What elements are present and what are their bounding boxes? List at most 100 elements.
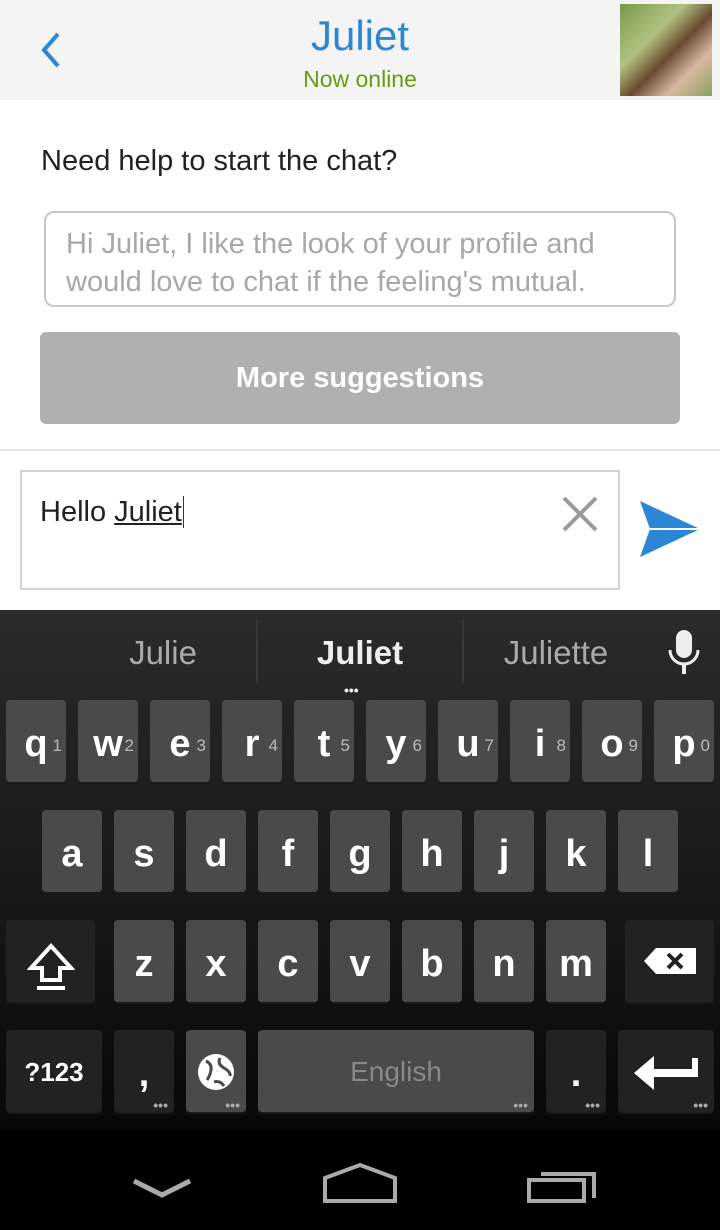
key-label: k <box>565 833 587 875</box>
key-label: p <box>672 723 696 765</box>
key-hint: 8 <box>556 736 566 755</box>
home-icon[interactable] <box>322 1162 398 1204</box>
divider <box>462 620 464 682</box>
key-hint: 5 <box>340 736 350 755</box>
key-label: e <box>169 723 191 765</box>
key-label: c <box>277 943 299 985</box>
key-label: n <box>492 943 516 985</box>
key-label: t <box>317 723 331 765</box>
enter-key[interactable]: ••• <box>618 1030 714 1112</box>
key-label: English <box>350 1056 442 1087</box>
key-l[interactable]: l <box>618 810 678 892</box>
space-key[interactable]: English ••• <box>258 1030 534 1112</box>
key-label: x <box>205 943 227 985</box>
long-press-dots: ••• <box>153 1097 168 1113</box>
globe-icon <box>198 1054 234 1090</box>
key-k[interactable]: k <box>546 810 606 892</box>
key-y[interactable]: y6 <box>366 700 426 782</box>
key-label: b <box>420 943 444 985</box>
key-label: l <box>642 833 654 875</box>
key-label: ?123 <box>24 1057 84 1087</box>
key-r[interactable]: r4 <box>222 700 282 782</box>
key-j[interactable]: j <box>474 810 534 892</box>
comma-key[interactable]: , ••• <box>114 1030 174 1112</box>
key-d[interactable]: d <box>186 810 246 892</box>
key-z[interactable]: z <box>114 920 174 1002</box>
key-i[interactable]: i8 <box>510 700 570 782</box>
key-a[interactable]: a <box>42 810 102 892</box>
message-composing-word: Juliet <box>114 496 182 528</box>
recent-apps-icon[interactable] <box>526 1166 598 1204</box>
message-text: Hello <box>40 496 115 528</box>
key-m[interactable]: m <box>546 920 606 1002</box>
key-label: s <box>133 833 155 875</box>
key-label: v <box>349 943 371 985</box>
key-hint: 2 <box>124 736 134 755</box>
key-b[interactable]: b <box>402 920 462 1002</box>
key-w[interactable]: w2 <box>78 700 138 782</box>
shift-key[interactable] <box>6 920 95 1002</box>
contact-name: Juliet <box>310 12 410 59</box>
key-label: , <box>138 1053 150 1095</box>
message-input[interactable]: Hello Juliet <box>20 470 620 590</box>
avatar[interactable] <box>620 4 712 96</box>
clear-icon[interactable] <box>558 492 602 536</box>
key-hint: 3 <box>196 736 206 755</box>
enter-icon <box>634 1056 698 1090</box>
shift-icon <box>25 943 76 990</box>
key-h[interactable]: h <box>402 810 462 892</box>
symbols-key[interactable]: ?123 <box>6 1030 102 1112</box>
key-label: . <box>570 1053 582 1095</box>
microphone-icon[interactable] <box>666 628 702 676</box>
key-hint: 4 <box>268 736 278 755</box>
key-label: y <box>385 723 407 765</box>
backspace-icon <box>643 948 696 974</box>
suggestion-0[interactable]: Julie <box>60 610 266 690</box>
key-q[interactable]: q1 <box>6 700 66 782</box>
key-o[interactable]: o9 <box>582 700 642 782</box>
key-label: f <box>281 833 295 875</box>
key-s[interactable]: s <box>114 810 174 892</box>
suggestion-1[interactable]: Juliet <box>258 610 462 690</box>
key-label: d <box>204 833 228 875</box>
key-x[interactable]: x <box>186 920 246 1002</box>
key-label: w <box>93 723 123 765</box>
long-press-dots: ••• <box>513 1097 528 1113</box>
online-status: Now online <box>303 66 417 92</box>
key-u[interactable]: u7 <box>438 700 498 782</box>
period-key[interactable]: . ••• <box>546 1030 606 1112</box>
key-f[interactable]: f <box>258 810 318 892</box>
key-label: o <box>600 723 624 765</box>
key-label: r <box>244 723 260 765</box>
key-hint: 7 <box>484 736 494 755</box>
key-hint: 6 <box>412 736 422 755</box>
more-suggestions-dots: ••• <box>344 682 359 698</box>
key-c[interactable]: c <box>258 920 318 1002</box>
key-label: i <box>534 723 546 765</box>
key-hint: 0 <box>700 736 710 755</box>
key-g[interactable]: g <box>330 810 390 892</box>
long-press-dots: ••• <box>693 1097 708 1113</box>
key-t[interactable]: t5 <box>294 700 354 782</box>
key-n[interactable]: n <box>474 920 534 1002</box>
key-label: a <box>61 833 83 875</box>
key-label: q <box>24 723 48 765</box>
key-label: j <box>498 833 510 875</box>
suggested-message[interactable]: Hi Juliet, I like the look of your profi… <box>44 211 676 307</box>
more-suggestions-button[interactable]: More suggestions <box>40 332 680 424</box>
suggestion-2[interactable]: Juliette <box>462 610 650 690</box>
backspace-key[interactable] <box>625 920 714 1002</box>
key-hint: 1 <box>52 736 62 755</box>
key-label: z <box>134 943 154 985</box>
hide-keyboard-icon[interactable] <box>130 1175 194 1203</box>
key-v[interactable]: v <box>330 920 390 1002</box>
long-press-dots: ••• <box>225 1097 240 1113</box>
key-e[interactable]: e3 <box>150 700 210 782</box>
key-label: u <box>456 723 480 765</box>
send-icon[interactable] <box>638 497 702 561</box>
language-key[interactable]: ••• <box>186 1030 246 1112</box>
key-hint: 9 <box>628 736 638 755</box>
divider <box>0 449 720 451</box>
help-heading: Need help to start the chat? <box>41 145 398 177</box>
key-p[interactable]: p0 <box>654 700 714 782</box>
